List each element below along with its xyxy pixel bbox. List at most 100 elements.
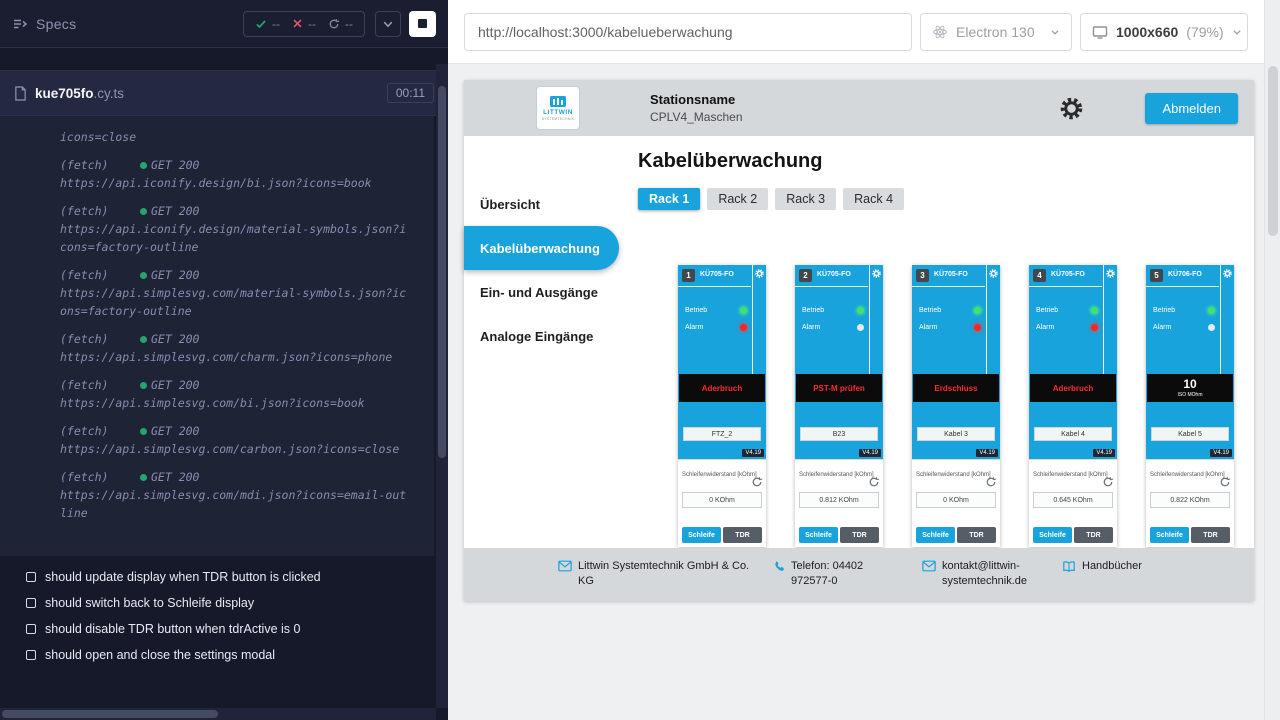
scrollbar-thumb[interactable] (438, 86, 446, 458)
alarm-label: Alarm (685, 324, 703, 331)
network-log-entry[interactable]: (fetch)GET 200 https://api.simplesvg.com… (60, 376, 422, 412)
cable-name-field[interactable]: FTZ_2 (683, 427, 761, 441)
restart-icon (328, 18, 340, 30)
request-url: https://api.iconify.design/bi.json?icons… (60, 174, 412, 192)
request-url: https://api.simplesvg.com/bi.json?icons=… (60, 394, 412, 412)
slot-number: 1 (682, 269, 695, 282)
alarm-label: Alarm (1153, 324, 1171, 331)
spec-file-row[interactable]: kue705fo .cy.ts 00:11 (0, 70, 448, 116)
card-settings-gear-icon[interactable] (1106, 269, 1115, 278)
refresh-icon[interactable] (1102, 476, 1114, 488)
test-state-icon (26, 650, 36, 660)
status-dot (140, 162, 147, 169)
test-state-icon (26, 572, 36, 582)
test-state-icon (26, 624, 36, 634)
card-settings-gear-icon[interactable] (872, 269, 881, 278)
alarm-label: Alarm (802, 324, 820, 331)
tdr-button[interactable]: TDR (1191, 527, 1230, 543)
network-log-entry[interactable]: (fetch)GET 200 https://api.simplesvg.com… (60, 266, 422, 320)
request-url: https://api.simplesvg.com/carbon.json?ic… (60, 440, 412, 458)
app-footer: Littwin Systemtechnik GmbH & Co. KG Tele… (464, 548, 1254, 601)
viewport-select[interactable]: 1000x660 (79%) (1080, 13, 1248, 51)
settings-gear-icon[interactable] (1060, 97, 1083, 120)
status-dot (140, 382, 147, 389)
browser-select[interactable]: Electron 130 (920, 13, 1072, 51)
test-item[interactable]: should open and close the settings modal (26, 648, 426, 662)
schleife-button[interactable]: Schleife (682, 527, 721, 543)
test-item[interactable]: should disable TDR button when tdrActive… (26, 622, 426, 636)
tab-rack-4[interactable]: Rack 4 (843, 188, 904, 210)
alarm-led (740, 324, 747, 331)
test-item[interactable]: should switch back to Schleife display (26, 596, 426, 610)
sidebar-item-analoge-eingaenge[interactable]: Analoge Eingänge (464, 314, 619, 358)
cable-name-field[interactable]: B23 (800, 427, 878, 441)
cable-name-field[interactable]: Kabel 4 (1034, 427, 1112, 441)
card-settings-gear-icon[interactable] (755, 269, 764, 278)
cable-name-field[interactable]: Kabel 3 (917, 427, 995, 441)
network-log-entry[interactable]: (fetch)GET 200 https://api.simplesvg.com… (60, 330, 422, 366)
request-url: https://api.simplesvg.com/material-symbo… (60, 284, 412, 320)
firmware-version: V4.19 (742, 449, 764, 457)
status-dot (140, 428, 147, 435)
refresh-icon[interactable] (751, 476, 763, 488)
electron-icon (932, 24, 948, 40)
betrieb-label: Betrieb (919, 307, 941, 314)
stat-passed: -- (255, 17, 280, 31)
x-icon (292, 18, 303, 29)
cable-name-field[interactable]: Kabel 5 (1151, 427, 1229, 441)
card-settings-gear-icon[interactable] (989, 269, 998, 278)
betrieb-led (857, 307, 864, 314)
tdr-button[interactable]: TDR (840, 527, 879, 543)
network-log-entry[interactable]: (fetch)GET 200 https://api.simplesvg.com… (60, 468, 422, 522)
tab-rack-1[interactable]: Rack 1 (638, 188, 700, 210)
specs-menu-icon[interactable] (12, 16, 28, 32)
sidebar-item-kabelueberwachung[interactable]: Kabelüberwachung (464, 226, 619, 270)
schleife-button[interactable]: Schleife (916, 527, 955, 543)
refresh-icon[interactable] (868, 476, 880, 488)
tab-rack-2[interactable]: Rack 2 (707, 188, 768, 210)
schleife-button[interactable]: Schleife (799, 527, 838, 543)
tdr-button[interactable]: TDR (1074, 527, 1113, 543)
network-log-entry[interactable]: (fetch)GET 200 https://api.iconify.desig… (60, 202, 422, 256)
viewport-icon (1092, 24, 1108, 40)
refresh-icon[interactable] (985, 476, 997, 488)
footer-manuals[interactable]: Handbücher (1062, 559, 1172, 574)
card-settings-gear-icon[interactable] (1223, 269, 1232, 278)
network-log-entry[interactable]: (fetch)GET 200 https://api.simplesvg.com… (60, 422, 422, 458)
device-model: KÜ706-FO (1168, 271, 1202, 278)
firmware-version: V4.19 (1210, 449, 1232, 457)
status-display: PST-M prüfen (796, 374, 882, 402)
iso-value: 10 (1183, 378, 1196, 391)
device-model: KÜ705-FO (1051, 271, 1085, 278)
sidebar-item-uebersicht[interactable]: Übersicht (464, 182, 619, 226)
status-display: 10 ISO MOhm (1147, 374, 1233, 402)
alarm-led (974, 324, 981, 331)
scrollbar-thumb[interactable] (2, 710, 218, 718)
alarm-label: Alarm (1036, 324, 1054, 331)
logout-button[interactable]: Abmelden (1145, 93, 1238, 124)
tdr-button[interactable]: TDR (957, 527, 996, 543)
resistance-value: 0 KOhm (682, 492, 762, 508)
mail-icon (922, 560, 936, 589)
schleife-button[interactable]: Schleife (1150, 527, 1189, 543)
spec-timer: 00:11 (387, 83, 434, 103)
footer-email: kontakt@littwin-systemtechnik.de (922, 559, 1044, 589)
stop-button[interactable] (409, 11, 436, 37)
tab-rack-3[interactable]: Rack 3 (775, 188, 836, 210)
schleife-button[interactable]: Schleife (1033, 527, 1072, 543)
firmware-version: V4.19 (1093, 449, 1115, 457)
collapse-button[interactable] (375, 11, 401, 37)
sidebar-item-ein-und-ausgaenge[interactable]: Ein- und Ausgänge (464, 270, 619, 314)
url-input[interactable] (464, 13, 912, 51)
runner-horizontal-scrollbar[interactable] (0, 708, 436, 720)
scrollbar-thumb[interactable] (1268, 66, 1278, 236)
test-item[interactable]: should update display when TDR button is… (26, 570, 426, 584)
refresh-icon[interactable] (1219, 476, 1231, 488)
resistance-value: 0.812 KOhm (799, 492, 879, 508)
mail-icon (558, 560, 572, 589)
runner-vertical-scrollbar[interactable] (436, 64, 448, 708)
network-log-entry[interactable]: (fetch)GET 200 https://api.iconify.desig… (60, 156, 422, 192)
firmware-version: V4.19 (976, 449, 998, 457)
page-scrollbar[interactable] (1264, 0, 1280, 720)
tdr-button[interactable]: TDR (723, 527, 762, 543)
